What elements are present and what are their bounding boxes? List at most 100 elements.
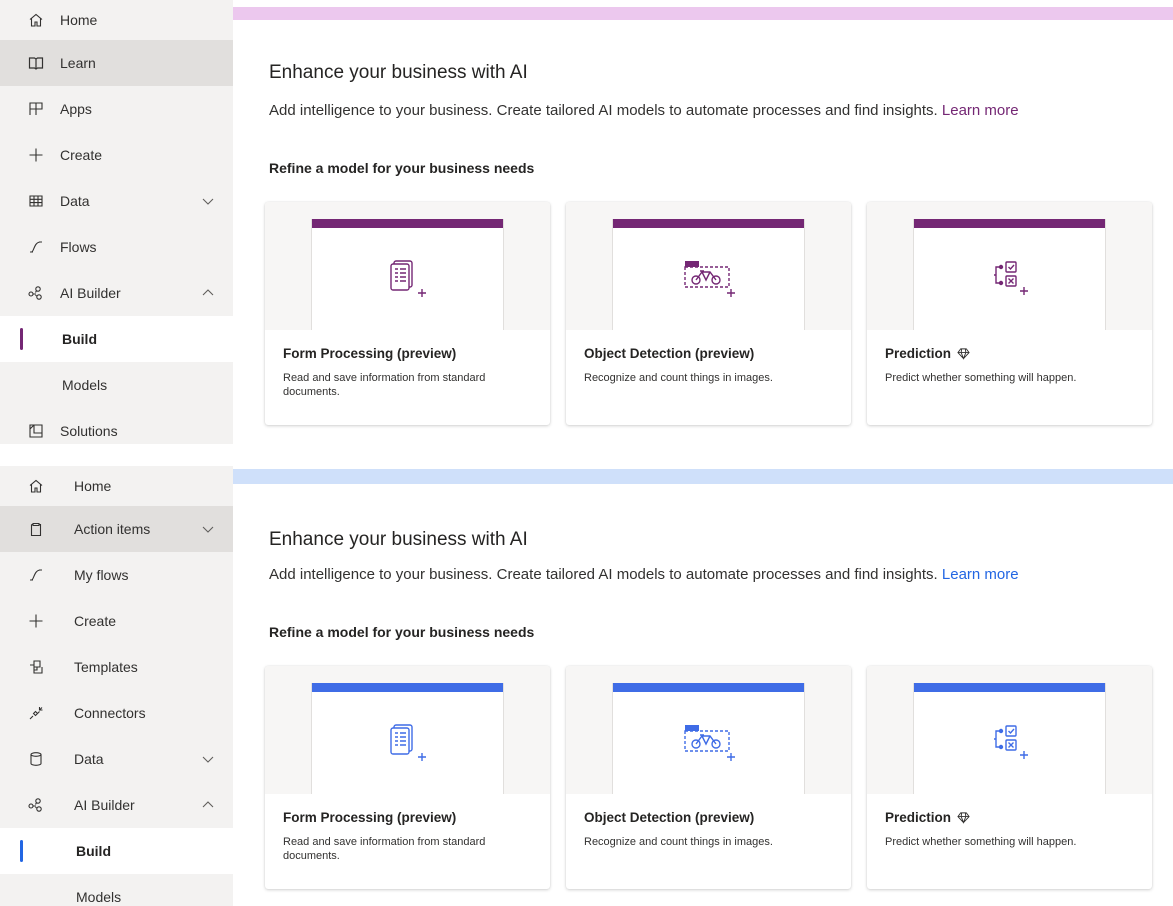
card-title-text: Prediction — [885, 810, 952, 825]
card-accent-stripe — [613, 683, 804, 692]
apps-icon — [28, 101, 54, 117]
card-sheet — [913, 219, 1106, 330]
nav-item-home[interactable]: Home — [0, 466, 233, 506]
chevron-down-icon[interactable] — [201, 752, 215, 766]
card-sheet — [612, 683, 805, 794]
nav-item-ai-builder[interactable]: AI Builder — [0, 782, 233, 828]
card-description: Recognize and count things in images. — [584, 372, 773, 384]
nav-item-learn[interactable]: Learn — [0, 40, 233, 86]
form-processing-card[interactable]: Form Processing (preview) Read and save … — [265, 666, 550, 889]
nav-item-ai-builder[interactable]: AI Builder — [0, 270, 233, 316]
power-automate-panel: Home Action items My flows Create Templa… — [0, 466, 1173, 906]
nav-item-connectors[interactable]: Connectors — [0, 690, 233, 736]
prediction-card[interactable]: Prediction Predict whether something wil… — [867, 666, 1152, 889]
main-content: Enhance your business with AI Add intell… — [233, 0, 1173, 444]
nav-item-home[interactable]: Home — [0, 0, 233, 40]
nav-label: Action items — [74, 521, 151, 537]
nav-item-models[interactable]: Models — [0, 874, 233, 906]
active-indicator — [20, 840, 23, 862]
model-cards: Form Processing (preview) Read and save … — [265, 666, 1152, 889]
card-body: Object Detection (preview) Recognize and… — [566, 330, 851, 401]
nav-label: Create — [74, 613, 117, 629]
database-icon — [28, 751, 54, 767]
nav-label: Create — [60, 147, 103, 163]
plus-icon — [28, 613, 54, 629]
nav-label: Models — [62, 377, 108, 393]
card-illustration — [867, 202, 1152, 330]
page-title: Enhance your business with AI — [269, 529, 528, 550]
nav-label: Build — [76, 843, 111, 859]
accent-banner — [233, 469, 1173, 484]
nav-item-action-items[interactable]: Action items — [0, 506, 233, 552]
card-sheet — [311, 683, 504, 794]
home-icon — [28, 12, 54, 28]
chevron-up-icon[interactable] — [201, 286, 215, 300]
active-indicator — [20, 328, 23, 350]
object-detection-icon — [683, 260, 735, 297]
nav-item-create[interactable]: Create — [0, 598, 233, 644]
form-processing-card[interactable]: Form Processing (preview) Read and save … — [265, 202, 550, 425]
card-illustration — [566, 666, 851, 794]
page-description: Add intelligence to your business. Creat… — [269, 566, 1019, 583]
nav-label: AI Builder — [60, 285, 121, 301]
nav-label: AI Builder — [74, 797, 135, 813]
card-accent-stripe — [914, 683, 1105, 692]
left-navigation: Home Action items My flows Create Templa… — [0, 466, 233, 906]
card-sheet — [311, 219, 504, 330]
nav-item-build[interactable]: Build — [0, 316, 233, 362]
card-title: Prediction — [885, 810, 1134, 825]
card-body: Prediction Predict whether something wil… — [867, 794, 1152, 865]
nav-item-data[interactable]: Data — [0, 736, 233, 782]
solutions-icon — [28, 423, 54, 439]
card-description: Predict whether something will happen. — [885, 836, 1077, 848]
card-title: Object Detection (preview) — [584, 810, 833, 825]
card-description: Recognize and count things in images. — [584, 836, 773, 848]
card-title: Form Processing (preview) — [283, 810, 532, 825]
nav-item-build[interactable]: Build — [0, 828, 233, 874]
card-illustration — [265, 666, 550, 794]
nav-item-data[interactable]: Data — [0, 178, 233, 224]
plus-icon — [28, 147, 54, 163]
accent-banner — [233, 7, 1173, 20]
nav-label: Models — [76, 889, 122, 905]
chevron-down-icon[interactable] — [201, 194, 215, 208]
card-title-text: Object Detection (preview) — [584, 810, 755, 825]
object-detection-card[interactable]: Object Detection (preview) Recognize and… — [566, 202, 851, 425]
object-detection-card[interactable]: Object Detection (preview) Recognize and… — [566, 666, 851, 889]
nav-label: Data — [74, 751, 104, 767]
nav-item-models[interactable]: Models — [0, 362, 233, 408]
learn-more-link[interactable]: Learn more — [942, 566, 1019, 583]
nav-item-create[interactable]: Create — [0, 132, 233, 178]
ai-builder-icon — [28, 797, 54, 813]
model-cards: Form Processing (preview) Read and save … — [265, 202, 1152, 425]
card-body: Form Processing (preview) Read and save … — [265, 330, 550, 415]
section-title: Refine a model for your business needs — [269, 160, 535, 176]
clipboard-icon — [28, 521, 54, 537]
nav-item-templates[interactable]: Templates — [0, 644, 233, 690]
connectors-icon — [28, 705, 54, 721]
chevron-up-icon[interactable] — [201, 798, 215, 812]
card-title-text: Form Processing (preview) — [283, 346, 457, 361]
ai-builder-icon — [28, 285, 54, 301]
object-detection-icon — [683, 724, 735, 761]
nav-label: My flows — [74, 567, 129, 583]
card-illustration — [867, 666, 1152, 794]
card-body: Object Detection (preview) Recognize and… — [566, 794, 851, 865]
card-illustration — [566, 202, 851, 330]
premium-diamond-icon — [957, 348, 970, 360]
learn-more-link[interactable]: Learn more — [942, 102, 1019, 119]
nav-item-apps[interactable]: Apps — [0, 86, 233, 132]
nav-item-my-flows[interactable]: My flows — [0, 552, 233, 598]
nav-item-flows[interactable]: Flows — [0, 224, 233, 270]
premium-diamond-icon — [957, 812, 970, 824]
card-title-text: Object Detection (preview) — [584, 346, 755, 361]
chevron-down-icon[interactable] — [201, 522, 215, 536]
page-description: Add intelligence to your business. Creat… — [269, 102, 1019, 119]
power-apps-panel: Home Learn Apps Create Data Flows AI Bui… — [0, 0, 1173, 444]
flow-icon — [28, 239, 54, 255]
section-title: Refine a model for your business needs — [269, 624, 535, 640]
prediction-card[interactable]: Prediction Predict whether something wil… — [867, 202, 1152, 425]
table-icon — [28, 193, 54, 209]
card-title: Object Detection (preview) — [584, 346, 833, 361]
nav-item-solutions[interactable]: Solutions — [0, 408, 233, 444]
